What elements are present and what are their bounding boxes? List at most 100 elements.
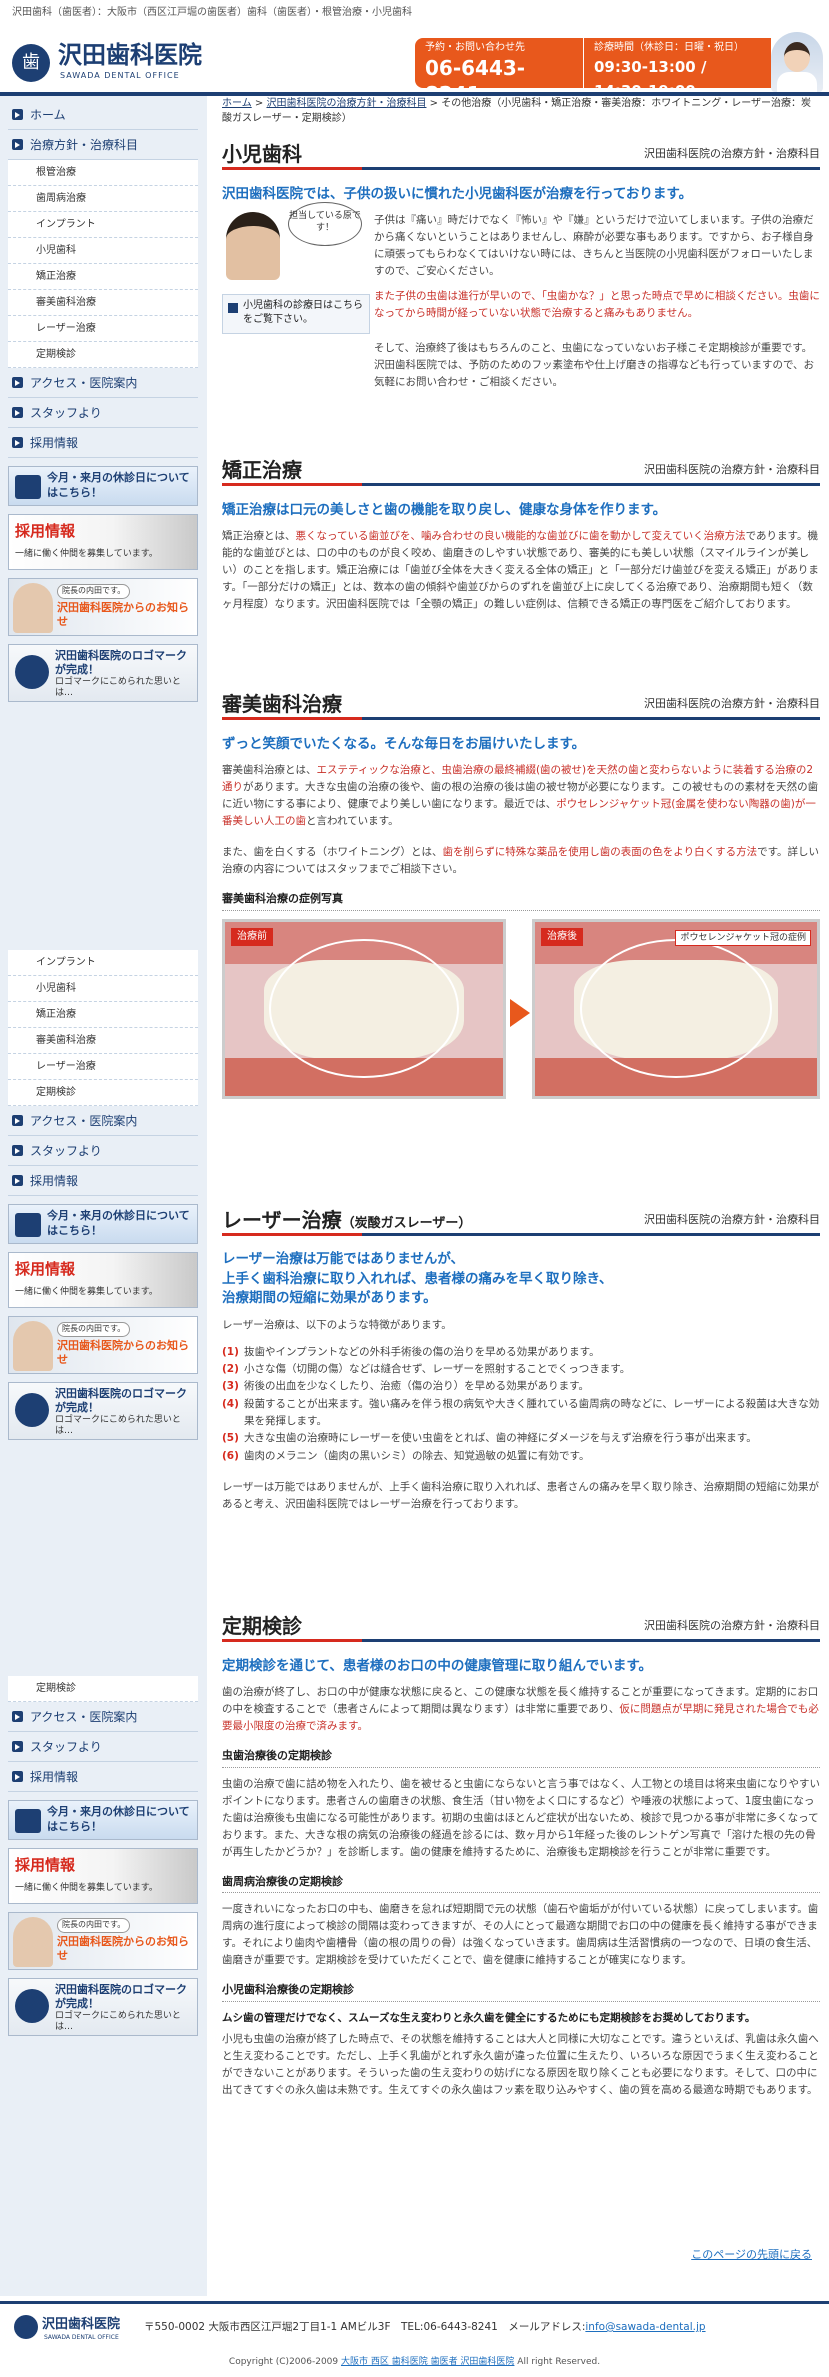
- recruit-banner-title: 採用情報: [15, 1260, 76, 1278]
- sidebar-item-staff[interactable]: スタッフより: [8, 398, 198, 428]
- logo-mark-icon: [15, 1989, 49, 2023]
- section-subtitle: 沢田歯科医院の治療方針・治療科目: [644, 1619, 820, 1633]
- holiday-banner[interactable]: 今月・来月の休診日についてはこちら！: [8, 466, 198, 506]
- copyright-text: All right Reserved.: [514, 2357, 601, 2367]
- recruit-banner[interactable]: 採用情報 一緒に働く仲間を募集しています。: [8, 514, 198, 570]
- sidebar-item-access[interactable]: アクセス・医院案内: [8, 1106, 198, 1136]
- holiday-banner[interactable]: 今月・来月の休診日についてはこちら！: [8, 1800, 198, 1840]
- receptionist-photo: [771, 32, 823, 92]
- sidebar-subitem[interactable]: 定期検診: [8, 1080, 198, 1106]
- list-item: (2) 小さな傷（切開の傷）などは縫合せず、レーザーを照射することでくっつきます。: [222, 1361, 820, 1378]
- text: また、歯を白くする（ホワイトニング）とは、: [222, 846, 443, 859]
- logo-subtext: SAWADA DENTAL OFFICE: [60, 71, 180, 80]
- sidebar-nav-block-3: 定期検診 アクセス・医院案内 スタッフより 採用情報 今月・来月の休診日について…: [8, 1676, 198, 2036]
- section-header: 定期検診 沢田歯科医院の治療方針・治療科目: [222, 1612, 820, 1642]
- section-lead: 沢田歯科医院では、子供の扱いに慣れた小児歯科医が治療を行っております。: [222, 186, 693, 202]
- subheading: 虫歯治療後の定期検診: [222, 1747, 820, 1768]
- email-link[interactable]: info@sawada-dental.jp: [585, 2321, 705, 2333]
- sidebar-subitem[interactable]: レーザー治療: [8, 1054, 198, 1080]
- director-banner[interactable]: 院長の内田です。 沢田歯科医院からのお知らせ: [8, 578, 198, 636]
- director-badge: 院長の内田です。: [57, 1322, 131, 1337]
- director-banner[interactable]: 院長の内田です。 沢田歯科医院からのお知らせ: [8, 1912, 198, 1970]
- logo-banner[interactable]: 沢田歯科医院のロゴマークが完成！ ロゴマークにこめられた思いとは…: [8, 1978, 198, 2036]
- sidebar-subitem[interactable]: 小児歯科: [8, 976, 198, 1002]
- copyright-link[interactable]: 大阪市 西区 歯科医院 歯医者 沢田歯科医院: [341, 2357, 514, 2367]
- feature-list: (1) 抜歯やインプラントなどの外科手術後の傷の治りを早める効果があります。 (2…: [222, 1344, 820, 1465]
- hours-label: 診療時間（休診日：日曜・祝日）: [594, 42, 744, 53]
- text: であります。機能的な歯並びとは、口の中のものが良く咬め、歯磨きのしやすい状態であ…: [222, 530, 819, 611]
- photos-title: 審美歯科治療の症例写真: [222, 890, 820, 911]
- recruit-banner[interactable]: 採用情報 一緒に働く仲間を募集しています。: [8, 1848, 198, 1904]
- holiday-banner[interactable]: 今月・来月の休診日についてはこちら！: [8, 1204, 198, 1244]
- director-banner[interactable]: 院長の内田です。 沢田歯科医院からのお知らせ: [8, 1316, 198, 1374]
- section-lead: レーザー治療は万能ではありませんが、 上手く歯科治療に取り入れれば、患者様の痛み…: [222, 1250, 820, 1309]
- lead-line: レーザー治療は万能ではありませんが、: [222, 1251, 465, 1267]
- section-header: 小児歯科 沢田歯科医院の治療方針・治療科目: [222, 140, 820, 170]
- page-top-link[interactable]: このページの先頭に戻る: [691, 2246, 812, 2264]
- sidebar-subitem[interactable]: 根管治療: [8, 160, 198, 186]
- recruit-banner[interactable]: 採用情報 一緒に働く仲間を募集しています。: [8, 1252, 198, 1308]
- arrow-right-icon: [510, 998, 530, 1027]
- after-label: ポウセレンジャケット冠の症例: [675, 929, 811, 947]
- list-text: 歯肉のメラニン（歯肉の黒いシミ）の除去、知覚過敏の処置に有効です。: [244, 1449, 590, 1462]
- list-num: (6): [222, 1449, 239, 1462]
- breadcrumb-sep: >: [429, 98, 439, 109]
- pediatric-schedule-link[interactable]: 小児歯科の診療日はこちらをご覧下さい。: [222, 294, 370, 334]
- copyright-text: Copyright (C)2006-2009: [228, 2357, 341, 2367]
- sidebar-item-recruit[interactable]: 採用情報: [8, 1762, 198, 1792]
- section-title: 矯正治療: [222, 458, 302, 482]
- list-num: (5): [222, 1432, 239, 1445]
- sidebar-subitem[interactable]: 審美歯科治療: [8, 1028, 198, 1054]
- sidebar-item-access[interactable]: アクセス・医院案内: [8, 1702, 198, 1732]
- hours-box: 診療時間（休診日：日曜・祝日） 09:30-13:00 / 14:30-19:0…: [583, 38, 771, 100]
- calendar-icon: [15, 1213, 41, 1237]
- lead-line: 治療期間の短縮に効果があります。: [222, 1290, 437, 1307]
- footer-logo[interactable]: 沢田歯科医院 SAWADA DENTAL OFFICE: [14, 2315, 164, 2343]
- director-photo: [13, 1321, 53, 1371]
- sidebar-subitem[interactable]: 歯周病治療: [8, 186, 198, 212]
- site-logo[interactable]: 歯 沢田歯科医院 SAWADA DENTAL OFFICE: [12, 40, 212, 84]
- sidebar-item-staff[interactable]: スタッフより: [8, 1136, 198, 1166]
- director-badge: 院長の内田です。: [57, 1918, 131, 1933]
- breadcrumb-home[interactable]: ホーム: [222, 98, 252, 109]
- list-num: (1): [222, 1345, 239, 1358]
- sidebar-subitem[interactable]: インプラント: [8, 212, 198, 238]
- sidebar-subitem[interactable]: 小児歯科: [8, 238, 198, 264]
- paragraph: レーザー治療は、以下のような特徴があります。: [222, 1318, 452, 1331]
- sidebar-item-home[interactable]: ホーム: [8, 100, 198, 130]
- recruit-banner-title: 採用情報: [15, 1856, 76, 1874]
- footer-logo-sub: SAWADA DENTAL OFFICE: [44, 2334, 119, 2341]
- sidebar-item-recruit[interactable]: 採用情報: [8, 428, 198, 458]
- section-header: レーザー治療（炭酸ガスレーザー） 沢田歯科医院の治療方針・治療科目: [222, 1206, 820, 1236]
- sidebar-subitem[interactable]: 矯正治療: [8, 264, 198, 290]
- list-num: (2): [222, 1363, 239, 1375]
- director-photo: [13, 1917, 53, 1967]
- sidebar-item-staff[interactable]: スタッフより: [8, 1732, 198, 1762]
- director-banner-text: 沢田歯科医院からのお知らせ: [57, 601, 189, 629]
- logo-banner-title: 沢田歯科医院のロゴマークが完成！: [55, 649, 187, 676]
- sidebar-item-recruit[interactable]: 採用情報: [8, 1166, 198, 1196]
- breadcrumb: ホーム > 沢田歯科医院の治療方針・治療科目 > その他治療（小児歯科・矯正治療…: [222, 96, 820, 126]
- list-text: 大きな虫歯の治療時にレーザーを使い虫歯をとれば、歯の神経にダメージを与えず治療を…: [244, 1432, 757, 1445]
- footer-bar: [0, 2301, 829, 2304]
- list-item: (6) 歯肉のメラニン（歯肉の黒いシミ）の除去、知覚過敏の処置に有効です。: [222, 1448, 820, 1465]
- breadcrumb-sep: >: [254, 98, 264, 109]
- holiday-banner-text: 今月・来月の休診日についてはこちら！: [47, 1805, 190, 1833]
- sidebar-subitem[interactable]: 審美歯科治療: [8, 290, 198, 316]
- title-small: （炭酸ガスレーザー）: [341, 1215, 472, 1231]
- sidebar-subitem[interactable]: 定期検診: [8, 342, 198, 368]
- site-header: 沢田歯科（歯医者）：大阪市（西区江戸堀の歯医者）歯科（歯医者）・根管治療・小児歯…: [0, 0, 829, 106]
- sidebar-item-policy[interactable]: 治療方針・治療科目: [8, 130, 198, 160]
- footer-address: 〒550-0002 大阪市西区江戸堀2丁目1-1 AMビル3F TEL:06-6…: [144, 2319, 706, 2336]
- logo-banner[interactable]: 沢田歯科医院のロゴマークが完成！ ロゴマークにこめられた思いとは…: [8, 644, 198, 702]
- holiday-banner-text: 今月・来月の休診日についてはこちら！: [47, 471, 190, 499]
- sidebar-subitem[interactable]: インプラント: [8, 950, 198, 976]
- sidebar-subitem[interactable]: 矯正治療: [8, 1002, 198, 1028]
- sidebar-subitem[interactable]: 定期検診: [8, 1676, 198, 1702]
- sidebar-subitem[interactable]: レーザー治療: [8, 316, 198, 342]
- sidebar-item-access[interactable]: アクセス・医院案内: [8, 368, 198, 398]
- doctor-photo: [226, 212, 280, 280]
- logo-banner[interactable]: 沢田歯科医院のロゴマークが完成！ ロゴマークにこめられた思いとは…: [8, 1382, 198, 1440]
- breadcrumb-parent[interactable]: 沢田歯科医院の治療方針・治療科目: [266, 98, 426, 109]
- header-tagline: 沢田歯科（歯医者）：大阪市（西区江戸堀の歯医者）歯科（歯医者）・根管治療・小児歯…: [12, 7, 412, 18]
